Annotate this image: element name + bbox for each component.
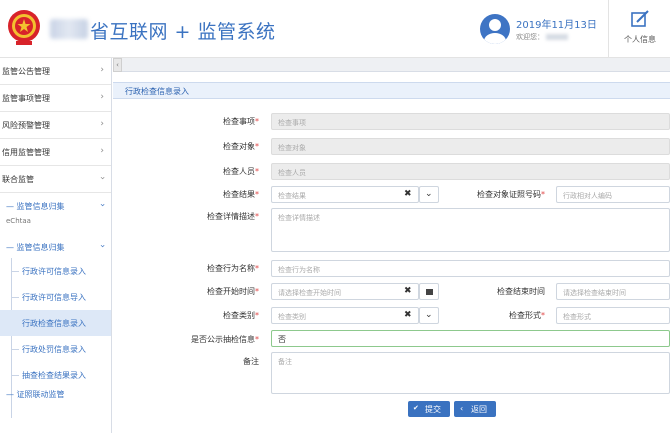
inspectors-field[interactable]: 检查人员	[271, 163, 670, 180]
sidebar-group-license-link[interactable]: — 证照联动监管	[0, 388, 111, 402]
tab-bar	[122, 58, 670, 72]
header: 省互联网 + 监管系统 2019年11月13日 欢迎您： 个人信息	[0, 0, 670, 58]
remark-textarea[interactable]: 备注	[271, 352, 670, 394]
target-cert-input[interactable]: 行政相对人编码	[556, 186, 670, 203]
profile-label: 个人信息	[624, 35, 656, 44]
collapse-sidebar-button[interactable]: ‹	[113, 58, 122, 72]
sidebar-group-collect-2[interactable]: — 监管信息归集 ›	[0, 236, 111, 260]
sidebar-item-risk[interactable]: 风险预警管理 ›	[0, 112, 111, 139]
target-cert-label: 检查对象证照号码*	[477, 190, 545, 199]
action-name-label: 检查行为名称*	[207, 264, 259, 273]
user-avatar[interactable]	[480, 14, 510, 44]
end-time-label: 检查结束时间	[497, 287, 545, 296]
welcome-text: 欢迎您：	[516, 32, 568, 42]
sidebar-item-announcements[interactable]: 监管公告管理 ›	[0, 58, 111, 85]
result-label: 检查结果*	[223, 190, 259, 199]
chevron-right-icon: ›	[100, 92, 104, 102]
back-chevron-icon: ‹	[460, 404, 464, 413]
chevron-right-icon: ›	[100, 119, 104, 129]
main-content: ‹ 行政检查信息录入 检查事项* 检查事项 检查对象* 检查对象 检查人员* 检…	[113, 58, 670, 433]
start-time-input[interactable]: 请选择检查开始时间 ✖	[271, 283, 419, 300]
sidebar-item-credit[interactable]: 信用监管管理 ›	[0, 139, 111, 166]
check-icon: ✔	[413, 404, 419, 412]
sidebar-leaf-license-entry[interactable]: 行政许可信息录入	[0, 258, 111, 284]
detail-textarea[interactable]: 检查详情描述	[271, 208, 670, 252]
result-select[interactable]: 检查结果 ✖	[271, 186, 419, 203]
national-emblem-icon	[8, 10, 40, 45]
inspection-target-label: 检查对象*	[223, 142, 259, 151]
detail-label: 检查详情描述*	[207, 212, 259, 221]
calendar-icon	[426, 289, 433, 295]
back-button[interactable]: ‹ 返回	[454, 401, 496, 417]
current-date: 2019年11月13日	[516, 20, 597, 31]
start-time-label: 检查开始时间*	[207, 287, 259, 296]
sidebar-leaf-spotcheck-entry[interactable]: 抽查检查结果录入	[0, 362, 111, 388]
sidebar-item-items[interactable]: 监管事项管理 ›	[0, 85, 111, 112]
chevron-down-icon: ›	[97, 203, 108, 207]
inspection-item-field[interactable]: 检查事项	[271, 113, 670, 130]
clear-icon[interactable]: ✖	[404, 189, 412, 199]
system-title: 省互联网 + 监管系统	[90, 21, 276, 43]
panel-title: 行政检查信息录入	[113, 82, 670, 99]
action-name-input[interactable]: 检查行为名称	[271, 260, 670, 277]
end-time-input[interactable]: 请选择检查结束时间	[556, 283, 670, 300]
submit-button[interactable]: ✔ 提交	[408, 401, 450, 417]
result-dropdown-button[interactable]: ⌄	[419, 186, 439, 203]
sidebar: 监管公告管理 › 监管事项管理 › 风险预警管理 › 信用监管管理 › 联合监管…	[0, 58, 112, 433]
sidebar-item-joint[interactable]: 联合监管 ›	[0, 166, 111, 193]
chevron-down-icon: ⌄	[425, 310, 433, 320]
category-dropdown-button[interactable]: ⌄	[419, 307, 439, 324]
form-type-select[interactable]: 检查形式	[556, 307, 670, 324]
chevron-down-icon: ⌄	[425, 189, 433, 199]
category-select[interactable]: 检查类别 ✖	[271, 307, 419, 324]
chevron-right-icon: ›	[100, 146, 104, 156]
inspection-target-field[interactable]: 检查对象	[271, 138, 670, 155]
chevron-right-icon: ›	[100, 65, 104, 75]
public-disclosure-select[interactable]: 否	[271, 330, 670, 347]
chevron-down-icon: ›	[97, 244, 108, 248]
chevron-down-icon: ›	[97, 176, 108, 180]
sidebar-leaf-inspection-entry[interactable]: 行政检查信息录入	[0, 310, 111, 336]
form-type-label: 检查形式*	[509, 311, 545, 320]
sidebar-leaf-penalty-entry[interactable]: 行政处罚信息录入	[0, 336, 111, 362]
category-label: 检查类别*	[223, 311, 259, 320]
inspectors-label: 检查人员*	[223, 167, 259, 176]
sidebar-cut-item: eChtaa	[6, 217, 31, 225]
calendar-button[interactable]	[419, 283, 439, 300]
sidebar-leaf-license-import[interactable]: 行政许可信息导入	[0, 284, 111, 310]
edit-icon	[631, 10, 649, 27]
redacted-province	[50, 19, 88, 39]
clear-icon[interactable]: ✖	[404, 310, 412, 320]
clear-icon[interactable]: ✖	[404, 286, 412, 296]
inspection-item-label: 检查事项*	[223, 117, 259, 126]
remark-label: 备注	[243, 357, 259, 366]
public-disclosure-label: 是否公示抽检信息*	[191, 335, 259, 344]
profile-button[interactable]: 个人信息	[608, 0, 670, 58]
